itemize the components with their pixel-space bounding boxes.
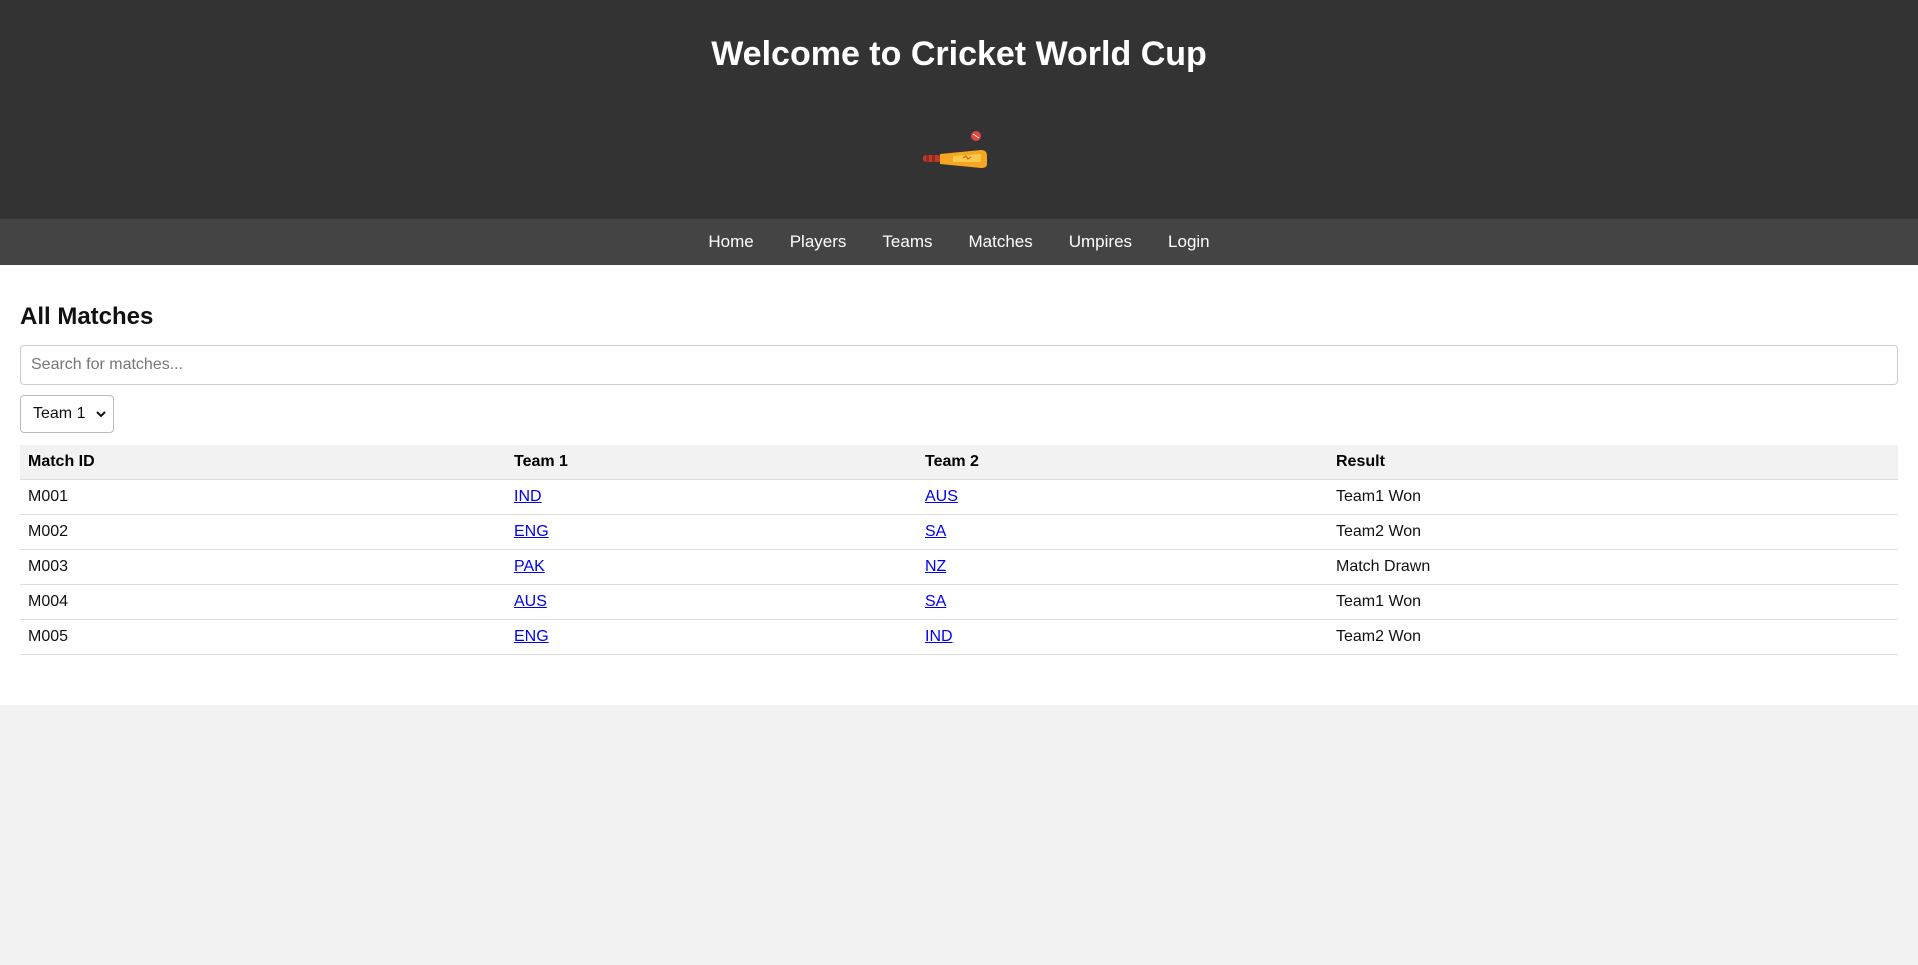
table-row: M002 ENG SA Team2 Won (20, 514, 1898, 550)
section-heading: All Matches (20, 303, 154, 330)
match-id-cell: M002 (20, 514, 506, 550)
result-cell: Match Drawn (1328, 549, 1898, 585)
team2-link[interactable]: SA (925, 523, 946, 540)
team2-link[interactable]: NZ (925, 558, 946, 575)
nav-teams[interactable]: Teams (882, 219, 932, 265)
result-cell: Team1 Won (1328, 479, 1898, 515)
result-cell: Team2 Won (1328, 619, 1898, 655)
nav-umpires[interactable]: Umpires (1069, 219, 1132, 265)
result-cell: Team1 Won (1328, 584, 1898, 620)
search-input[interactable] (20, 345, 1898, 385)
table-row: M004 AUS SA Team1 Won (20, 584, 1898, 620)
nav-matches[interactable]: Matches (968, 219, 1032, 265)
table-row: M005 ENG IND Team2 Won (20, 619, 1898, 655)
team1-link[interactable]: AUS (514, 593, 547, 610)
nav-login[interactable]: Login (1168, 219, 1210, 265)
nav-home[interactable]: Home (708, 219, 753, 265)
cricket-bat-ball-icon (923, 131, 987, 168)
team2-link[interactable]: SA (925, 593, 946, 610)
result-cell: Team2 Won (1328, 514, 1898, 550)
match-id-cell: M004 (20, 584, 506, 620)
team1-link[interactable]: IND (514, 488, 542, 505)
column-header: Team 1 (506, 445, 917, 480)
table-row: M001 IND AUS Team1 Won (20, 479, 1898, 515)
match-id-cell: M005 (20, 619, 506, 655)
select-value: Team 1 (33, 405, 86, 422)
match-id-cell: M003 (20, 549, 506, 585)
table-row: M003 PAK NZ Match Drawn (20, 549, 1898, 585)
team2-link[interactable]: IND (925, 628, 953, 645)
match-id-cell: M001 (20, 479, 506, 515)
site-header: Welcome to Cricket World Cup (0, 0, 1918, 219)
team-filter-select[interactable]: Team 1 (20, 395, 115, 433)
matches-table: Match ID Team 1 Team 2 Result M001 IND A… (20, 445, 1898, 655)
main-content: All Matches Team 1 Match ID Team 1 Team … (0, 265, 1918, 705)
column-header: Team 2 (917, 445, 1328, 480)
page-title: Welcome to Cricket World Cup (711, 35, 1207, 73)
column-header: Match ID (20, 445, 506, 480)
team1-link[interactable]: PAK (514, 558, 545, 575)
table-header-row: Match ID Team 1 Team 2 Result (20, 445, 1898, 480)
team1-link[interactable]: ENG (514, 523, 549, 540)
nav-players[interactable]: Players (790, 219, 847, 265)
chevron-down-icon (96, 411, 107, 418)
column-header: Result (1328, 445, 1898, 480)
team2-link[interactable]: AUS (925, 488, 958, 505)
main-nav: Home Players Teams Matches Umpires Login (0, 219, 1918, 265)
team1-link[interactable]: ENG (514, 628, 549, 645)
